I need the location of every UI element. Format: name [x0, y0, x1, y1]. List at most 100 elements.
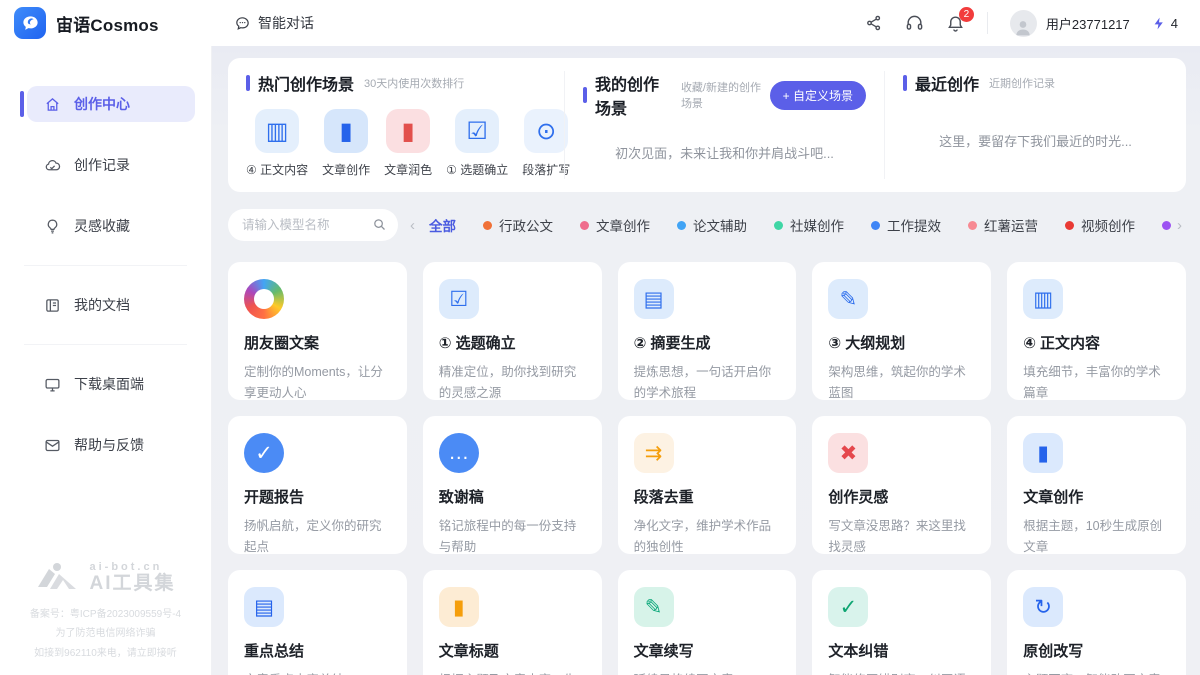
tabs-scroll-left-chevron-icon[interactable]: ‹ — [406, 217, 419, 234]
sidebar-item-help-feedback[interactable]: 帮助与反馈 — [27, 427, 195, 463]
notice-line-1: 为了防范电信网络诈骗 — [0, 624, 211, 644]
category-dot-icon — [774, 221, 783, 230]
model-card[interactable]: ▥ ④ 正文内容 填充细节，丰富你的学术篇章 — [1007, 262, 1186, 400]
watermark-name: AI工具集 — [89, 573, 175, 595]
user-profile[interactable]: 用户23771217 — [1010, 10, 1130, 37]
model-card-description: 根据主题，10秒生成原创文章 — [1023, 516, 1170, 554]
model-card[interactable]: ⇉ 段落去重 净化文字，维护学术作品的独创性 — [618, 416, 797, 554]
model-card[interactable]: ▤ ② 摘要生成 提炼思想，一句话开启你的学术旅程 — [618, 262, 797, 400]
model-card-description: 延续风格续写文章 — [634, 670, 781, 675]
model-card-title: 致谢稿 — [439, 486, 586, 507]
sidebar-item-label: 我的文档 — [74, 295, 130, 315]
model-card[interactable]: ▮ 文章标题 根据主题及文章内容，生成优 — [423, 570, 602, 675]
home-icon — [44, 96, 61, 113]
model-card[interactable]: ✓ 开题报告 扬帆启航，定义你的研究起点 — [228, 416, 407, 554]
my-scenes-section: 我的创作场景 收藏/新建的创作场景 + 自定义场景 初次见面，未来让我和你并肩战… — [564, 71, 884, 179]
model-card-description: 定制你的Moments，让分享更动人心 — [244, 362, 391, 400]
share-icon[interactable] — [865, 14, 883, 32]
model-card[interactable]: … 致谢稿 铭记旅程中的每一份支持与帮助 — [423, 416, 602, 554]
category-tab[interactable]: 行政公文 — [483, 215, 553, 235]
sidebar-divider — [24, 265, 187, 266]
watermark: ai-bot.cn AI工具集 备案号：粤ICP备2023009559号-4 为… — [0, 561, 211, 664]
category-tab[interactable]: 红薯运营 — [968, 215, 1038, 235]
headset-icon[interactable] — [905, 14, 924, 33]
my-scenes-empty-text: 初次见面，未来让我和你并肩战斗吧... — [583, 119, 866, 179]
hot-scenes-section: 热门创作场景 30天内使用次数排行 ▥ ④ 正文内容 ▮ 文章创作 ▮ — [228, 71, 564, 179]
search-icon — [372, 217, 387, 232]
model-card-title: 原创改写 — [1023, 640, 1170, 661]
category-tab-label: 工作提效 — [887, 215, 941, 235]
bulb-icon — [44, 218, 61, 235]
notification-bell-icon[interactable]: 2 — [946, 14, 965, 33]
category-tab[interactable]: 工作提效 — [871, 215, 941, 235]
model-card-description: 主题不变，智能改写文章 — [1023, 670, 1170, 675]
model-card-icon: ▮ — [439, 587, 479, 627]
model-card-icon: ✎ — [634, 587, 674, 627]
custom-scene-button[interactable]: + 自定义场景 — [770, 81, 866, 110]
category-tabs: 全部 行政公文 文章创作 论文辅助 — [429, 215, 1173, 235]
icp-line: 备案号：粤ICP备2023009559号-4 — [0, 605, 211, 625]
hot-scene-icon: ▥ — [255, 109, 299, 153]
header-actions: 2 用户23771217 4 — [865, 10, 1200, 37]
notice-line-2: 如接到962110来电，请立即接听 — [0, 644, 211, 664]
section-accent-bar — [903, 75, 907, 91]
model-card-icon: … — [439, 433, 479, 473]
notification-badge: 2 — [959, 7, 974, 22]
model-card[interactable]: ▮ 文章创作 根据主题，10秒生成原创文章 — [1007, 416, 1186, 554]
document-icon — [44, 297, 61, 314]
model-card-icon: ⇉ — [634, 433, 674, 473]
model-card-icon: ▤ — [634, 279, 674, 319]
sidebar-item-inspiration-favorites[interactable]: 灵感收藏 — [27, 208, 195, 244]
sidebar-item-creation-center[interactable]: 创作中心 — [27, 86, 195, 122]
category-tab-label: 红薯运营 — [984, 215, 1038, 235]
tabs-scroll-right-chevron-icon[interactable]: › — [1173, 217, 1186, 234]
category-tab[interactable]: 文章创作 — [580, 215, 650, 235]
model-card-title: 开题报告 — [244, 486, 391, 507]
model-card-icon: ✎ — [828, 279, 868, 319]
model-card[interactable]: ✎ 文章续写 延续风格续写文章 — [618, 570, 797, 675]
model-card-description: 填充细节，丰富你的学术篇章 — [1023, 362, 1170, 400]
hot-scene-item[interactable]: ▥ ④ 正文内容 — [246, 109, 308, 178]
model-card-title: ② 摘要生成 — [634, 332, 781, 353]
category-tab[interactable]: 社媒创作 — [774, 215, 844, 235]
hot-scene-icon: ☑ — [455, 109, 499, 153]
nav-smart-chat[interactable]: 智能对话 — [212, 13, 314, 33]
hot-scene-item[interactable]: ▮ 文章润色 — [384, 109, 432, 178]
model-card[interactable]: ✎ ③ 大纲规划 架构思维，筑起你的学术蓝图 — [812, 262, 991, 400]
sidebar-item-download-desktop[interactable]: 下载桌面端 — [27, 366, 195, 402]
category-tab[interactable]: 商业营销 — [1162, 215, 1173, 235]
model-card[interactable]: ✖ 创作灵感 写文章没思路？来这里找找灵感 — [812, 416, 991, 554]
hot-scene-item[interactable]: ▮ 文章创作 — [322, 109, 370, 178]
category-dot-icon — [1065, 221, 1074, 230]
sidebar-item-label: 下载桌面端 — [74, 374, 144, 394]
model-card-description: 根据主题及文章内容，生成优 — [439, 670, 586, 675]
chat-bubble-logo-icon — [21, 14, 40, 33]
hot-scene-list: ▥ ④ 正文内容 ▮ 文章创作 ▮ 文章润色 ☑ — [246, 109, 546, 178]
sidebar-item-label: 创作记录 — [74, 155, 130, 175]
model-card[interactable]: ☑ ① 选题确立 精准定位，助你找到研究的灵感之源 — [423, 262, 602, 400]
hot-scene-item[interactable]: ☑ ① 选题确立 — [446, 109, 508, 178]
model-card-title: 文章创作 — [1023, 486, 1170, 507]
category-tab-label: 文章创作 — [596, 215, 650, 235]
app-title: 宙语Cosmos — [56, 11, 159, 36]
model-card[interactable]: ↻ 原创改写 主题不变，智能改写文章 — [1007, 570, 1186, 675]
model-card[interactable]: ✓ 文本纠错 智能修正错别字，纠正语法 — [812, 570, 991, 675]
model-card-icon: ↻ — [1023, 587, 1063, 627]
energy-counter[interactable]: 4 — [1152, 16, 1178, 31]
category-tab[interactable]: 视频创作 — [1065, 215, 1135, 235]
category-tab-label: 行政公文 — [499, 215, 553, 235]
model-card-description: 扬帆启航，定义你的研究起点 — [244, 516, 391, 554]
sidebar-item-creation-history[interactable]: 创作记录 — [27, 147, 195, 183]
monitor-icon — [44, 376, 61, 393]
model-card-description: 铭记旅程中的每一份支持与帮助 — [439, 516, 586, 554]
model-card[interactable]: ▤ 重点总结 文章重点内容总结 — [228, 570, 407, 675]
category-tab[interactable]: 全部 — [429, 215, 456, 235]
sidebar-item-my-documents[interactable]: 我的文档 — [27, 287, 195, 323]
cloud-icon — [44, 157, 61, 174]
nav-smart-chat-label: 智能对话 — [258, 13, 314, 33]
model-card[interactable]: 朋友圈文案 定制你的Moments，让分享更动人心 — [228, 262, 407, 400]
hot-scene-icon: ▮ — [324, 109, 368, 153]
category-tab[interactable]: 论文辅助 — [677, 215, 747, 235]
model-card-title: 文本纠错 — [828, 640, 975, 661]
model-card-icon: ✓ — [244, 433, 284, 473]
